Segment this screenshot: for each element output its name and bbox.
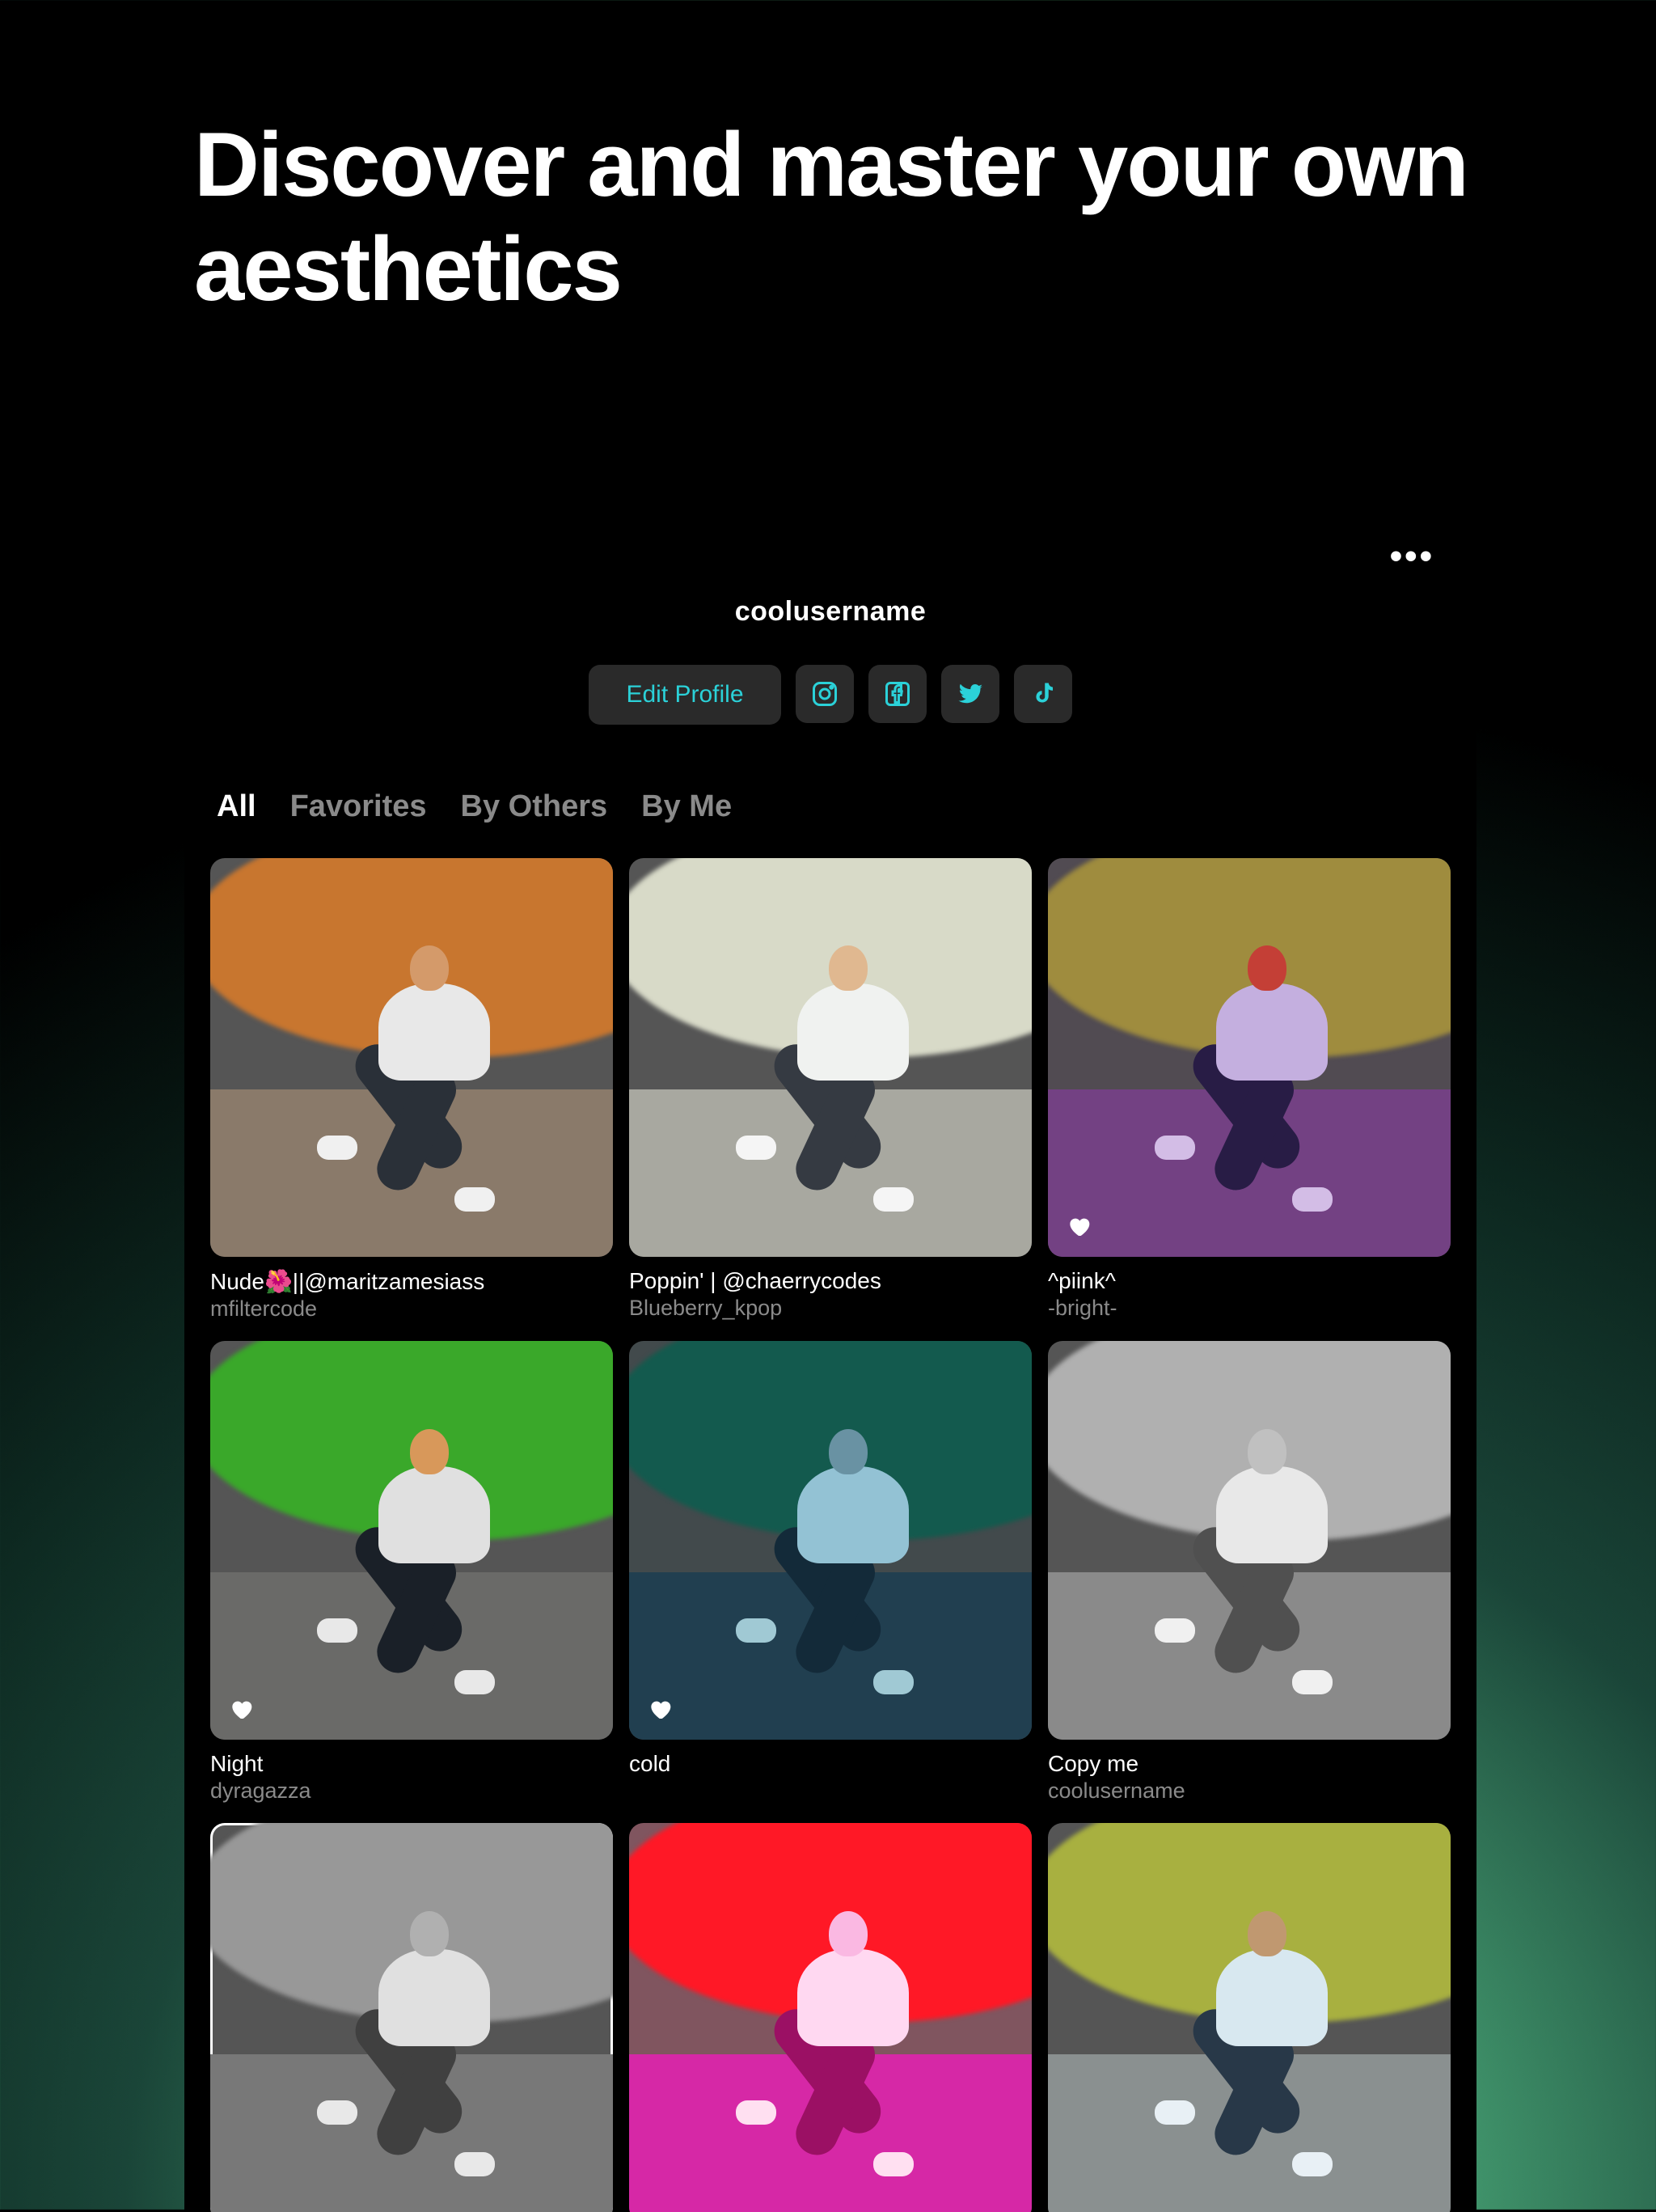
profile-username: coolusername xyxy=(210,596,1451,628)
filter-thumbnail[interactable] xyxy=(210,1823,613,2212)
filter-thumbnail[interactable] xyxy=(1048,1823,1451,2212)
facebook-icon xyxy=(883,679,912,708)
tab-by-me[interactable]: By Me xyxy=(641,789,732,824)
tab-all[interactable]: All xyxy=(217,789,256,824)
twitter-button[interactable] xyxy=(941,665,999,723)
tab-by-others[interactable]: By Others xyxy=(461,789,608,824)
filter-title: cold xyxy=(629,1751,1032,1777)
filter-card[interactable]: cold xyxy=(629,1341,1032,1804)
tiktok-button[interactable] xyxy=(1014,665,1072,723)
heart-icon[interactable] xyxy=(228,1696,254,1722)
edit-profile-button[interactable]: Edit Profile xyxy=(589,665,780,725)
facebook-button[interactable] xyxy=(868,665,927,723)
filter-card[interactable]: Poppin' | @chaerrycodesBlueberry_kpop xyxy=(629,858,1032,1322)
filter-tabs: All Favorites By Others By Me xyxy=(210,789,1451,824)
filter-title: Poppin' | @chaerrycodes xyxy=(629,1268,1032,1294)
more-menu-icon[interactable]: ••• xyxy=(1390,536,1434,577)
filter-title: Copy me xyxy=(1048,1751,1451,1777)
app-screen: ••• coolusername Edit Profile All Favorit… xyxy=(184,497,1476,2212)
filter-thumbnail[interactable] xyxy=(629,1341,1032,1740)
filter-grid: Nude🌺||@maritzamesiassmfiltercodePoppin'… xyxy=(210,858,1451,2212)
instagram-button[interactable] xyxy=(796,665,854,723)
tiktok-icon xyxy=(1029,679,1058,708)
heart-icon[interactable] xyxy=(647,1696,673,1722)
filter-card[interactable] xyxy=(210,1823,613,2212)
filter-author: -bright- xyxy=(1048,1296,1451,1321)
profile-actions: Edit Profile xyxy=(210,665,1451,725)
filter-card[interactable]: Nude🌺||@maritzamesiassmfiltercode xyxy=(210,858,613,1322)
filter-card[interactable]: ^piink^-bright- xyxy=(1048,858,1451,1322)
twitter-icon xyxy=(956,679,985,708)
filter-author: Blueberry_kpop xyxy=(629,1296,1032,1321)
filter-thumbnail[interactable] xyxy=(629,858,1032,1257)
filter-author: mfiltercode xyxy=(210,1296,613,1322)
filter-thumbnail[interactable] xyxy=(1048,1341,1451,1740)
filter-thumbnail[interactable] xyxy=(629,1823,1032,2212)
heart-icon[interactable] xyxy=(1066,1213,1092,1239)
filter-card[interactable]: Nightdyragazza xyxy=(210,1341,613,1804)
tab-favorites[interactable]: Favorites xyxy=(290,789,427,824)
filter-card[interactable] xyxy=(629,1823,1032,2212)
filter-author: dyragazza xyxy=(210,1778,613,1804)
instagram-icon xyxy=(810,679,839,708)
filter-author: coolusername xyxy=(1048,1778,1451,1804)
filter-card[interactable]: Copy mecoolusername xyxy=(1048,1341,1451,1804)
filter-thumbnail[interactable] xyxy=(210,858,613,1257)
filter-title: ^piink^ xyxy=(1048,1268,1451,1294)
filter-card[interactable] xyxy=(1048,1823,1451,2212)
filter-thumbnail[interactable] xyxy=(1048,858,1451,1257)
filter-thumbnail[interactable] xyxy=(210,1341,613,1740)
headline: Discover and master your own aesthetics xyxy=(194,113,1656,322)
filter-title: Night xyxy=(210,1751,613,1777)
filter-title: Nude🌺||@maritzamesiass xyxy=(210,1268,613,1295)
